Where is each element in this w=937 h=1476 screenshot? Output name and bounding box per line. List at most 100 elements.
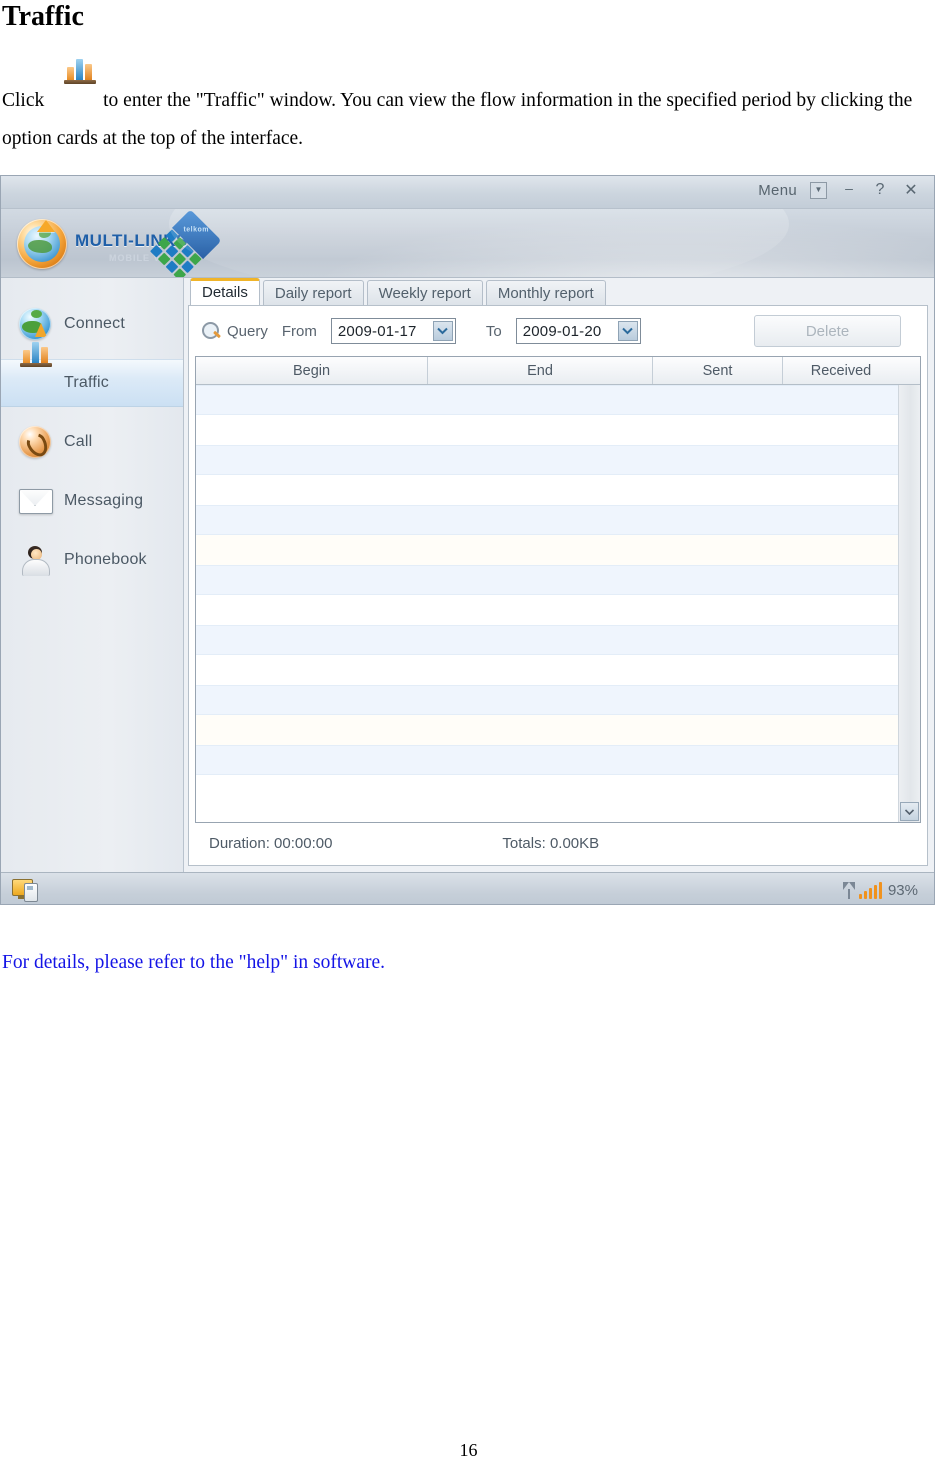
main-panel: Details Daily report Weekly report Month… (184, 278, 934, 872)
bar-3 (85, 64, 93, 80)
totals-text: Totals: 0.00KB (502, 834, 600, 852)
traffic-table: Begin End Sent Received (195, 356, 921, 823)
envelope-glyph (19, 489, 53, 514)
table-row[interactable] (196, 595, 898, 625)
bar-1 (67, 67, 75, 80)
table-row[interactable] (196, 655, 898, 685)
globe-refresh-logo-icon (17, 219, 67, 269)
table-row[interactable] (196, 775, 898, 805)
column-header-received[interactable]: Received (783, 357, 899, 384)
table-body-area (196, 385, 920, 822)
arrow-up-glyph (35, 323, 47, 337)
chevron-down-icon[interactable]: ▼ (810, 181, 827, 199)
to-label: To (485, 322, 502, 340)
application-window: Menu ▼ – ? ✕ MULTI-LINKS MOBILE VIP telk… (0, 175, 935, 905)
table-row[interactable] (196, 565, 898, 595)
paragraph-body: to enter the "Traffic" window. You can v… (2, 90, 913, 149)
phone-handset-icon (19, 426, 52, 461)
from-date-input[interactable]: 2009-01-17 (330, 318, 456, 344)
sidebar-item-call[interactable]: Call (1, 418, 183, 466)
from-date-value: 2009-01-17 (337, 322, 417, 340)
sidebar-item-connect[interactable]: Connect (1, 300, 183, 348)
help-note: For details, please refer to the "help" … (2, 952, 386, 973)
sidebar-item-label: Phonebook (64, 551, 147, 568)
instruction-paragraph: Click to enter the "Traffic" window. You… (0, 59, 937, 158)
bar-2 (76, 59, 84, 80)
table-row[interactable] (196, 625, 898, 655)
duration-text: Duration: 00:00:00 (209, 834, 333, 852)
bar-base (64, 80, 97, 84)
query-label: Query (227, 322, 268, 340)
refresh-arrow (37, 220, 55, 232)
bar-chart-icon (19, 342, 52, 399)
person-body (22, 559, 50, 576)
brand-header: MULTI-LINKS MOBILE VIP telkom (1, 209, 934, 278)
envelope-icon (19, 485, 53, 517)
window-statusbar: 93% (1, 872, 934, 904)
window-titlebar: Menu ▼ – ? ✕ (1, 176, 934, 209)
antenna-icon (842, 881, 856, 899)
traffic-bar-chart-icon (63, 59, 99, 112)
magnifier-icon[interactable] (201, 321, 221, 341)
column-header-end[interactable]: End (428, 357, 653, 384)
sidebar-item-messaging[interactable]: Messaging (1, 477, 183, 525)
window-controls: Menu ▼ – ? ✕ (758, 180, 920, 200)
menu-button-label[interactable]: Menu (758, 182, 797, 199)
help-button[interactable]: ? (871, 181, 889, 199)
table-header-row: Begin End Sent Received (196, 357, 920, 385)
signal-percent-text: 93% (887, 881, 918, 899)
diamond-grid (148, 228, 203, 277)
tab-daily-report[interactable]: Daily report (262, 280, 364, 305)
sidebar-item-traffic[interactable]: Traffic (1, 342, 183, 407)
close-button[interactable]: ✕ (902, 180, 920, 200)
query-toolbar: Query From 2009-01-17 To 2009-01-20 Dele… (189, 306, 927, 356)
page-title: Traffic (2, 1, 84, 32)
tab-weekly-report[interactable]: Weekly report (366, 280, 483, 305)
to-date-value: 2009-01-20 (522, 322, 602, 340)
table-body (196, 385, 898, 822)
tab-monthly-report[interactable]: Monthly report (485, 280, 606, 305)
from-date-dropdown-button[interactable] (432, 321, 453, 341)
from-label: From (281, 322, 317, 340)
paragraph-prefix: Click (2, 90, 45, 111)
person-icon (19, 544, 51, 576)
header-scroll-spacer (899, 357, 920, 384)
table-row[interactable] (196, 415, 898, 445)
sidebar-item-label: Call (64, 433, 93, 450)
tab-details[interactable]: Details (190, 278, 260, 305)
table-summary: Duration: 00:00:00 Totals: 0.00KB (195, 827, 921, 859)
to-date-input[interactable]: 2009-01-20 (515, 318, 641, 344)
diamond-label: telkom (183, 226, 210, 234)
page-number: 16 (459, 1440, 478, 1460)
sidebar-item-label: Traffic (64, 374, 109, 391)
window-body: Connect Traffic Call Messaging Phonebook… (1, 278, 934, 872)
table-row[interactable] (196, 535, 898, 565)
handset-glyph (23, 429, 52, 461)
column-header-begin[interactable]: Begin (196, 357, 428, 384)
table-row[interactable] (196, 385, 898, 415)
pc-modem-connection-icon[interactable] (12, 878, 38, 902)
scroll-down-arrow-icon[interactable] (900, 802, 919, 821)
telkom-diamond-logo-icon: telkom (140, 209, 228, 277)
signal-strength-indicator: 93% (842, 881, 918, 899)
tab-bar: Details Daily report Weekly report Month… (184, 278, 934, 305)
table-row[interactable] (196, 685, 898, 715)
document-body: Traffic Click to enter the "Traffic" win… (0, 0, 937, 158)
column-header-sent[interactable]: Sent (653, 357, 783, 384)
minimize-button[interactable]: – (840, 180, 858, 196)
table-row[interactable] (196, 505, 898, 535)
table-row[interactable] (196, 445, 898, 475)
sidebar-item-label: Messaging (64, 492, 144, 509)
sidebar-item-label: Connect (64, 315, 125, 332)
table-row[interactable] (196, 745, 898, 775)
table-vertical-scrollbar[interactable] (898, 385, 920, 822)
details-panel: Query From 2009-01-17 To 2009-01-20 Dele… (188, 305, 928, 866)
table-row[interactable] (196, 475, 898, 505)
delete-button[interactable]: Delete (754, 315, 901, 347)
signal-bars-icon (858, 881, 882, 899)
table-row[interactable] (196, 715, 898, 745)
sidebar-item-phonebook[interactable]: Phonebook (1, 536, 183, 584)
globe-arrow-icon (19, 308, 51, 340)
to-date-dropdown-button[interactable] (617, 321, 638, 341)
sidebar-nav: Connect Traffic Call Messaging Phonebook (1, 278, 184, 872)
